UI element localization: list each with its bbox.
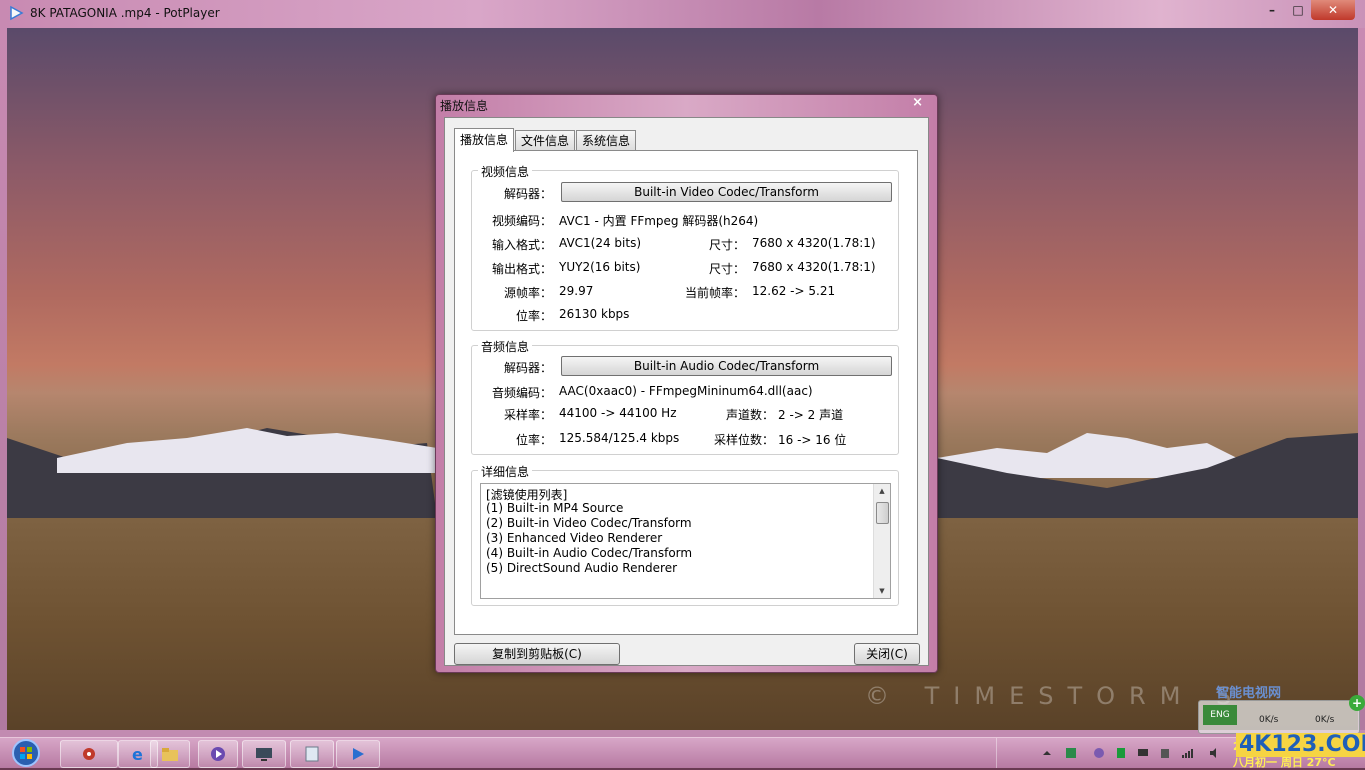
- video-decoder-button[interactable]: Built-in Video Codec/Transform: [561, 182, 892, 202]
- scroll-thumb[interactable]: [876, 502, 889, 524]
- dialog-body: 播放信息 文件信息 系统信息 视频信息 解码器： Built-in Video …: [444, 117, 929, 666]
- brand-top-text: 智能电视网: [1216, 686, 1282, 701]
- channels-value: 2 -> 2 声道: [778, 408, 844, 422]
- tab-playback-info[interactable]: 播放信息: [454, 128, 515, 152]
- tab-file-info[interactable]: 文件信息: [515, 130, 576, 151]
- sample-rate-label: 采样率：: [503, 408, 552, 422]
- sample-rate-value: 44100 -> 44100 Hz: [559, 406, 677, 420]
- site-brand-badge: 4K123.COM: [1236, 733, 1365, 757]
- audio-codec-label: 音频编码：: [491, 386, 552, 400]
- taskbar-media[interactable]: [198, 740, 238, 768]
- audio-decoder-label: 解码器：: [503, 361, 552, 375]
- network-signal-icon[interactable]: [1181, 747, 1193, 759]
- media-player-icon: [211, 747, 225, 761]
- input-size-value: 7680 x 4320(1.78:1): [752, 236, 876, 250]
- folder-icon: [162, 748, 178, 761]
- minimize-button[interactable]: –: [1259, 0, 1285, 20]
- video-codec-label: 视频编码：: [491, 214, 552, 228]
- tray-media-icon[interactable]: [1093, 747, 1105, 759]
- svg-text:e: e: [132, 745, 143, 763]
- copy-to-clipboard-button[interactable]: 复制到剪贴板(C): [454, 643, 620, 665]
- filter-list-textbox[interactable]: [滤镜使用列表] (1) Built-in MP4 Source (2) Bui…: [480, 483, 891, 599]
- output-size-label: 尺寸：: [708, 262, 745, 276]
- dialog-close-icon[interactable]: ×: [912, 95, 923, 110]
- video-decoder-label: 解码器：: [503, 187, 552, 201]
- video-group-title: 视频信息: [478, 163, 533, 180]
- details-group: 详细信息 [滤镜使用列表] (1) Built-in MP4 Source (2…: [471, 463, 899, 606]
- add-icon[interactable]: +: [1349, 695, 1365, 711]
- taskbar-app-1[interactable]: [60, 740, 118, 768]
- input-format-label: 输入格式：: [491, 238, 552, 252]
- details-line: (5) DirectSound Audio Renderer: [486, 561, 678, 575]
- taskbar-explorer[interactable]: [150, 740, 190, 768]
- maximize-button[interactable]: □: [1285, 0, 1311, 20]
- tray-app-icon[interactable]: [1065, 747, 1077, 759]
- volume-icon[interactable]: [1209, 747, 1221, 759]
- window-frame-left: [0, 28, 7, 737]
- bit-depth-value: 16 -> 16 位: [778, 433, 847, 447]
- tray-monitor-icon[interactable]: [1137, 747, 1149, 759]
- details-group-title: 详细信息: [478, 463, 533, 480]
- taskbar-monitor[interactable]: [242, 740, 286, 768]
- audio-bitrate-label: 位率：: [515, 433, 552, 447]
- video-bitrate-label: 位率：: [515, 309, 552, 323]
- video-codec-value: AVC1 - 内置 FFmpeg 解码器(h264): [559, 214, 759, 228]
- net-up-speed: 0K/s: [1259, 715, 1279, 725]
- source-fps-value: 29.97: [559, 284, 594, 298]
- input-size-label: 尺寸：: [708, 238, 745, 252]
- tab-strip: 播放信息 文件信息 系统信息: [454, 128, 637, 152]
- potplayer-logo-icon: [10, 5, 24, 21]
- taskbar-potplayer[interactable]: [336, 740, 380, 768]
- audio-decoder-button[interactable]: Built-in Audio Codec/Transform: [561, 356, 892, 376]
- monitor-icon: [256, 748, 272, 761]
- net-label: ENG: [1203, 705, 1237, 725]
- current-fps-value: 12.62 -> 5.21: [752, 284, 836, 298]
- audio-info-group: 音频信息 解码器： Built-in Audio Codec/Transform…: [471, 338, 899, 455]
- potplayer-icon: [353, 748, 364, 760]
- source-fps-label: 源帧率：: [503, 286, 552, 300]
- dialog-title: 播放信息: [440, 99, 489, 113]
- input-format-value: AVC1(24 bits): [559, 236, 642, 250]
- bit-depth-label: 采样位数：: [713, 433, 774, 447]
- notepad-icon: [305, 746, 319, 762]
- video-bitrate-value: 26130 kbps: [559, 307, 630, 321]
- tray-device-icon[interactable]: [1159, 747, 1171, 759]
- details-line: (1) Built-in MP4 Source: [486, 501, 624, 515]
- scroll-up-arrow-icon[interactable]: ▲: [874, 484, 890, 498]
- details-scrollbar[interactable]: ▲ ▼: [873, 484, 890, 598]
- tray-expand-icon[interactable]: [1041, 747, 1053, 759]
- channels-label: 声道数：: [725, 408, 774, 422]
- playback-info-dialog: 播放信息 × 播放信息 文件信息 系统信息 视频信息 解码器： Built-in…: [435, 94, 938, 673]
- start-orb-icon[interactable]: [8, 738, 44, 768]
- app-icon: [83, 748, 95, 760]
- window-frame-right: [1358, 28, 1365, 737]
- audio-codec-value: AAC(0xaac0) - FFmpegMininum64.dll(aac): [559, 384, 813, 398]
- audio-group-title: 音频信息: [478, 338, 533, 355]
- window-titlebar[interactable]: 8K PATAGONIA .mp4 - PotPlayer – □ ✕: [0, 0, 1365, 28]
- output-format-label: 输出格式：: [491, 262, 552, 276]
- taskbar-notes[interactable]: [290, 740, 334, 768]
- details-line: (3) Enhanced Video Renderer: [486, 531, 663, 545]
- scroll-down-arrow-icon[interactable]: ▼: [874, 584, 890, 598]
- video-info-group: 视频信息 解码器： Built-in Video Codec/Transform…: [471, 163, 899, 331]
- details-line: (2) Built-in Video Codec/Transform: [486, 516, 692, 530]
- output-format-value: YUY2(16 bits): [559, 260, 641, 274]
- details-line: (4) Built-in Audio Codec/Transform: [486, 546, 693, 560]
- output-size-value: 7680 x 4320(1.78:1): [752, 260, 876, 274]
- close-dialog-button[interactable]: 关闭(C): [854, 643, 920, 665]
- current-fps-label: 当前帧率：: [684, 286, 745, 300]
- tab-system-info[interactable]: 系统信息: [576, 130, 637, 151]
- close-window-button[interactable]: ✕: [1311, 0, 1355, 20]
- window-title: 8K PATAGONIA .mp4 - PotPlayer: [30, 6, 220, 20]
- audio-bitrate-value: 125.584/125.4 kbps: [559, 431, 680, 445]
- internet-explorer-icon: e: [132, 745, 143, 763]
- tray-status-icon[interactable]: [1115, 747, 1127, 759]
- taskbar: e 20 八月初一 周日 27°C: [0, 737, 1365, 769]
- net-down-speed: 0K/s: [1315, 715, 1335, 725]
- network-monitor-widget[interactable]: ENG 0K/s 0K/s +: [1198, 695, 1365, 734]
- tab-panel: 视频信息 解码器： Built-in Video Codec/Transform…: [454, 150, 918, 635]
